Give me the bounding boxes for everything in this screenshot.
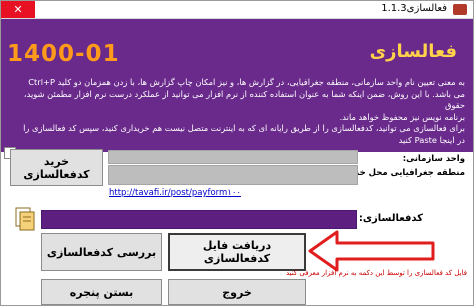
hint-note: فایل کد فعالسازی را توسط این دکمه به نرم… (285, 269, 467, 277)
app-icon (453, 4, 467, 15)
activation-code-field[interactable] (41, 210, 357, 229)
activation-code-label: کدفعالسازی: (358, 213, 423, 224)
title-bar: ✕ فعالسازی1.1.3 (1, 1, 473, 19)
description-line: برای فعالسازی می توانید، کدفعالسازی را ا… (23, 123, 465, 133)
description-line: می باشد. با این روش، ضمن اینکه شما به عن… (23, 88, 465, 111)
description-line: برنامه نویس نیز محفوظ خواهد ماند. (339, 111, 465, 122)
check-code-button[interactable]: بررسی کدفعالسازی (41, 233, 162, 271)
region-field (108, 165, 358, 185)
download-code-file-button[interactable]: دریافت فایل کدفعالسازی (168, 233, 306, 271)
red-arrow-icon (308, 230, 435, 272)
close-window-text-button[interactable]: بستن پنجره (41, 279, 162, 305)
buy-code-button[interactable]: خرید کدفعالسازی (10, 149, 103, 186)
close-window-button[interactable]: ✕ (1, 1, 35, 18)
payment-link[interactable]: http://tavafi.ir/post/payform١٠٠ (109, 188, 241, 198)
document-icon (15, 207, 35, 231)
window-title: فعالسازی1.1.3 (381, 3, 447, 14)
version-date: 1400-01 (7, 41, 120, 67)
description-line: به معنی تعیین نام واحد سازمانی، منطقه جغ… (28, 77, 465, 87)
org-unit-field (108, 150, 358, 164)
activation-window: ✕ فعالسازی1.1.3 1400-01 فعالسازی به معنی… (0, 0, 474, 306)
exit-button[interactable]: خروج (168, 279, 306, 305)
banner-heading: فعالسازی (369, 41, 457, 62)
description-line: در اینجا Paste کنید (398, 134, 465, 145)
header-banner: 1400-01 فعالسازی به معنی تعیین نام واحد … (1, 19, 473, 152)
org-unit-label: واحد سازمانی: (402, 154, 465, 164)
description-text: به معنی تعیین نام واحد سازمانی، منطقه جغ… (7, 77, 465, 146)
